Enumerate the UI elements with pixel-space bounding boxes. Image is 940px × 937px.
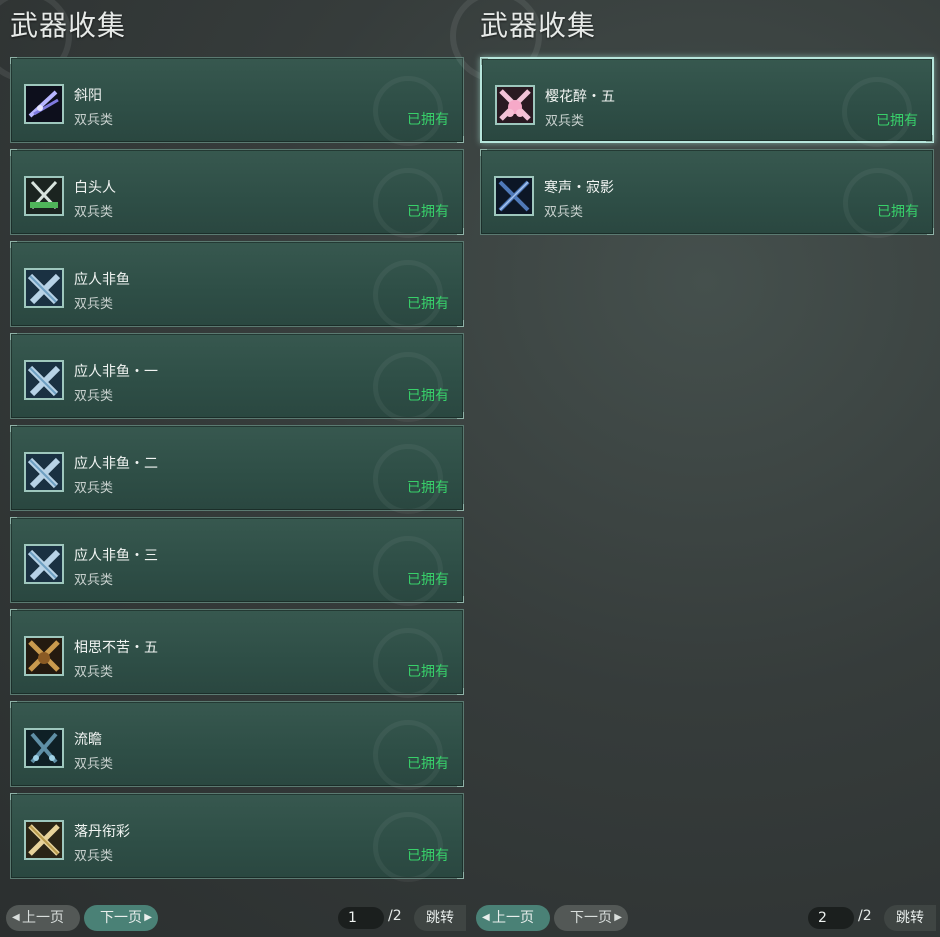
weapon-list: 斜阳 双兵类 已拥有 白头人 双兵类 已拥有 应人非鱼 双兵类 已拥有 应人非鱼…	[10, 57, 464, 885]
weapon-name: 寒声・寂影	[544, 180, 614, 196]
green-crossed-blades-icon	[24, 176, 64, 216]
jump-button[interactable]: 跳转	[884, 905, 936, 931]
pagination-bar: ◀ 上一页 下一页 ▶ 2 /2 跳转	[476, 905, 938, 931]
weapon-card[interactable]: 流瞻 双兵类 已拥有	[10, 701, 464, 790]
weapon-name: 流瞻	[74, 732, 102, 748]
owned-status: 已拥有	[407, 480, 449, 496]
weapon-type: 双兵类	[545, 114, 585, 129]
weapon-card[interactable]: 寒声・寂影 双兵类 已拥有	[480, 149, 934, 238]
weapon-card[interactable]: 应人非鱼・三 双兵类 已拥有	[10, 517, 464, 606]
weapon-type: 双兵类	[74, 113, 114, 128]
chevron-right-icon: ▶	[144, 912, 152, 923]
chevron-left-icon: ◀	[482, 912, 490, 923]
owned-status: 已拥有	[407, 756, 449, 772]
weapon-type: 双兵类	[74, 573, 114, 588]
blue-crossed-blades-icon	[24, 544, 64, 584]
page-total: /2	[388, 908, 402, 924]
jump-button[interactable]: 跳转	[414, 905, 466, 931]
weapon-name: 应人非鱼	[74, 272, 130, 288]
next-page-label: 下一页	[100, 910, 142, 926]
weapon-card[interactable]: 斜阳 双兵类 已拥有	[10, 57, 464, 146]
weapon-collection-panel-page-1: 武器收集 斜阳 双兵类 已拥有 白头人 双兵类 已拥有 应人非鱼 双兵类 已拥有…	[0, 0, 466, 937]
owned-status: 已拥有	[407, 112, 449, 128]
prev-page-label: 上一页	[22, 910, 64, 926]
prev-page-button[interactable]: ◀ 上一页	[476, 905, 550, 931]
weapon-list: 樱花醉・五 双兵类 已拥有 寒声・寂影 双兵类 已拥有	[480, 57, 934, 241]
dark-blue-crossed-blades-icon	[494, 176, 534, 216]
next-page-label: 下一页	[570, 910, 612, 926]
weapon-name: 应人非鱼・一	[74, 364, 158, 380]
weapon-card[interactable]: 相思不苦・五 双兵类 已拥有	[10, 609, 464, 698]
owned-status: 已拥有	[407, 664, 449, 680]
owned-status: 已拥有	[407, 388, 449, 404]
purple-blade-icon	[24, 84, 64, 124]
owned-status: 已拥有	[407, 572, 449, 588]
prev-page-button[interactable]: ◀ 上一页	[6, 905, 80, 931]
bronze-crossed-blades-icon	[24, 636, 64, 676]
weapon-card[interactable]: 落丹衔彩 双兵类 已拥有	[10, 793, 464, 882]
chevron-right-icon: ▶	[614, 912, 622, 923]
weapon-type: 双兵类	[74, 297, 114, 312]
weapon-name: 落丹衔彩	[74, 824, 130, 840]
weapon-name: 樱花醉・五	[545, 89, 615, 105]
weapon-type: 双兵类	[74, 205, 114, 220]
pink-blossom-blades-icon	[495, 85, 535, 125]
blue-crossed-blades-icon	[24, 360, 64, 400]
teal-crossed-blades-icon	[24, 728, 64, 768]
weapon-name: 斜阳	[74, 88, 102, 104]
weapon-card[interactable]: 应人非鱼・二 双兵类 已拥有	[10, 425, 464, 514]
chevron-left-icon: ◀	[12, 912, 20, 923]
weapon-name: 应人非鱼・二	[74, 456, 158, 472]
panel-title: 武器收集	[10, 9, 127, 42]
owned-status: 已拥有	[407, 296, 449, 312]
weapon-type: 双兵类	[74, 665, 114, 680]
weapon-name: 白头人	[74, 180, 116, 196]
blue-crossed-blades-icon	[24, 452, 64, 492]
weapon-card[interactable]: 应人非鱼 双兵类 已拥有	[10, 241, 464, 330]
page-number-input[interactable]: 1	[338, 907, 384, 929]
next-page-button[interactable]: 下一页 ▶	[554, 905, 628, 931]
weapon-card-selected[interactable]: 樱花醉・五 双兵类 已拥有	[480, 57, 934, 147]
page-total: /2	[858, 908, 872, 924]
gold-crossed-blades-icon	[24, 820, 64, 860]
weapon-type: 双兵类	[74, 481, 114, 496]
pagination-bar: ◀ 上一页 下一页 ▶ 1 /2 跳转	[6, 905, 468, 931]
prev-page-label: 上一页	[492, 910, 534, 926]
weapon-name: 应人非鱼・三	[74, 548, 158, 564]
page-number-input[interactable]: 2	[808, 907, 854, 929]
owned-status: 已拥有	[407, 848, 449, 864]
owned-status: 已拥有	[876, 113, 918, 129]
weapon-type: 双兵类	[74, 757, 114, 772]
weapon-collection-panel-page-2: 武器收集 樱花醉・五 双兵类 已拥有 寒声・寂影 双兵类 已拥有 ◀ 上一页 下…	[450, 0, 936, 937]
weapon-type: 双兵类	[544, 205, 584, 220]
weapon-type: 双兵类	[74, 849, 114, 864]
weapon-card[interactable]: 白头人 双兵类 已拥有	[10, 149, 464, 238]
weapon-type: 双兵类	[74, 389, 114, 404]
panel-title: 武器收集	[480, 9, 597, 42]
blue-crossed-blades-icon	[24, 268, 64, 308]
weapon-name: 相思不苦・五	[74, 640, 158, 656]
next-page-button[interactable]: 下一页 ▶	[84, 905, 158, 931]
weapon-card[interactable]: 应人非鱼・一 双兵类 已拥有	[10, 333, 464, 422]
owned-status: 已拥有	[877, 204, 919, 220]
owned-status: 已拥有	[407, 204, 449, 220]
